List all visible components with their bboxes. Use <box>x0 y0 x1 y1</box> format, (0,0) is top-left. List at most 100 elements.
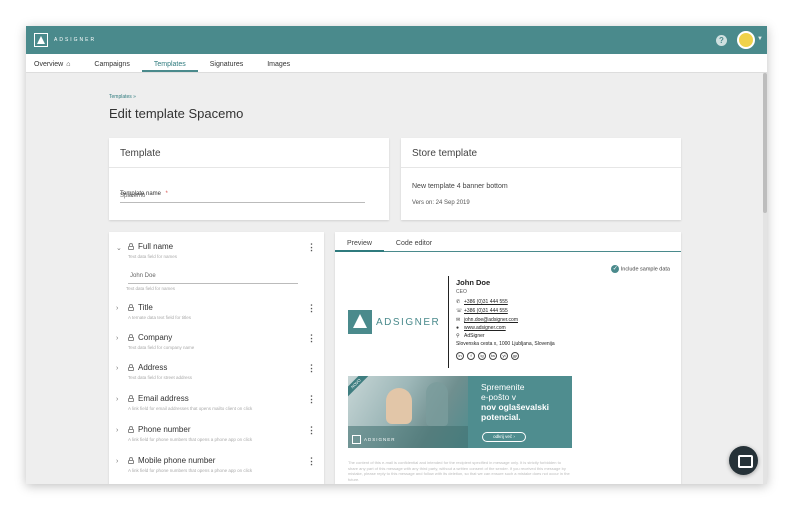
field-hint: Text data field for names <box>128 254 178 259</box>
instagram-icon[interactable]: ig <box>478 352 486 360</box>
chevron-right-icon[interactable]: › <box>116 365 118 372</box>
google-plus-icon[interactable]: gp <box>511 352 519 360</box>
chevron-right-icon[interactable]: › <box>116 305 118 312</box>
company-logo-icon <box>348 310 372 334</box>
template-name-input[interactable]: Spacemo <box>120 193 145 199</box>
tab-label: Overview <box>34 61 64 68</box>
field-name: Phone number <box>138 425 191 434</box>
social-icons: in f ig tw yt gp <box>456 352 519 360</box>
lock-icon <box>127 364 135 371</box>
field-hint: A link field for phone numbers that open… <box>128 468 253 473</box>
scrollbar[interactable] <box>763 73 767 484</box>
lock-icon <box>127 243 135 250</box>
more-icon[interactable]: ⋮ <box>307 363 316 374</box>
include-sample-label: Include sample data <box>620 266 670 273</box>
check-icon[interactable]: ✓ <box>611 265 620 273</box>
field-address[interactable]: › Address Text data field for street add… <box>116 363 316 393</box>
input-underline <box>128 283 298 284</box>
lock-icon <box>127 334 135 341</box>
globe-icon: ● <box>456 325 460 331</box>
adsigner-logo-icon[interactable] <box>34 33 48 47</box>
include-sample-toggle[interactable]: ✓ Include sample data <box>611 265 670 273</box>
chevron-right-icon[interactable]: › <box>116 396 118 403</box>
field-full-name[interactable]: ⌄ Full name Text data field for names ⋮ … <box>116 242 316 302</box>
field-hint: A link field for phone numbers that open… <box>128 437 253 442</box>
tab-templates[interactable]: Templates <box>141 61 198 72</box>
help-icon[interactable]: ? <box>716 35 727 46</box>
signature-role: CEO <box>456 289 467 295</box>
field-company[interactable]: › Company Text data field for company na… <box>116 333 316 363</box>
fields-panel: ⌄ Full name Text data field for names ⋮ … <box>109 232 324 484</box>
preview-tabs: Preview Code editor <box>335 232 681 252</box>
mobile-icon: ☏ <box>456 308 463 314</box>
chevron-down-icon[interactable]: ▼ <box>757 36 763 42</box>
field-name: Company <box>138 333 173 342</box>
more-icon[interactable]: ⋮ <box>307 333 316 344</box>
chevron-right-icon[interactable]: › <box>116 335 118 342</box>
chat-button[interactable] <box>729 446 758 475</box>
field-hint: A ternate data text field for titles <box>128 315 192 320</box>
full-name-input[interactable]: John Doe <box>130 273 156 279</box>
email-icon: ✉ <box>456 317 461 323</box>
chevron-right-icon[interactable]: › <box>116 427 118 434</box>
tab-code-editor[interactable]: Code editor <box>396 240 444 251</box>
disclaimer-text: The content of this e-mail is confidenti… <box>348 460 570 482</box>
more-icon[interactable]: ⋮ <box>307 303 316 314</box>
signature-banner[interactable]: NOVO ADSIGNER Spremenite e-pošto v nov o… <box>348 376 572 448</box>
avatar[interactable] <box>737 31 755 49</box>
signature-company-logo-text: ADSIGNER <box>376 317 441 328</box>
field-name: Mobile phone number <box>138 456 216 465</box>
banner-logo: ADSIGNER <box>352 435 396 444</box>
tab-label: Signatures <box>209 61 244 68</box>
lock-icon <box>127 304 135 311</box>
field-hint: A link field for email addresses that op… <box>128 406 253 411</box>
field-name: Address <box>138 363 168 372</box>
field-mobile-phone-number[interactable]: › Mobile phone number A link field for p… <box>116 456 316 484</box>
facebook-icon[interactable]: f <box>467 352 475 360</box>
field-email-address[interactable]: › Email address A link field for email a… <box>116 394 316 424</box>
field-name: Email address <box>138 394 189 403</box>
field-hint: Text data field for company name <box>128 345 195 350</box>
tab-overview[interactable]: Overview ⌂ <box>34 61 80 72</box>
field-phone-number[interactable]: › Phone number A link field for phone nu… <box>116 425 316 455</box>
linkedin-icon[interactable]: in <box>456 352 464 360</box>
signature-company: ⚲ AdSigner <box>456 333 485 339</box>
field-name: Title <box>138 303 153 312</box>
twitter-icon[interactable]: tw <box>489 352 497 360</box>
top-bar: ADSIGNER ? ▼ <box>26 26 767 54</box>
tab-label: Images <box>267 61 291 68</box>
more-icon[interactable]: ⋮ <box>307 425 316 436</box>
signature-mobile: ☏ +386 (0)31 444 555 <box>456 308 508 314</box>
more-icon[interactable]: ⋮ <box>307 242 316 253</box>
location-icon: ⚲ <box>456 333 460 339</box>
more-icon[interactable]: ⋮ <box>307 456 316 467</box>
brand-name: ADSIGNER <box>54 37 97 43</box>
tab-preview[interactable]: Preview <box>335 240 384 252</box>
tab-label: Templates <box>153 61 186 68</box>
lock-icon <box>127 457 135 464</box>
phone-icon: ✆ <box>456 299 461 305</box>
scrollbar-thumb[interactable] <box>763 73 767 213</box>
lock-icon <box>127 426 135 433</box>
banner-text: Spremenite e-pošto v nov oglaševalski po… <box>481 382 550 422</box>
tab-campaigns[interactable]: Campaigns <box>94 61 139 72</box>
chevron-down-icon[interactable]: ⌄ <box>116 244 122 252</box>
chevron-right-icon[interactable]: › <box>116 458 118 465</box>
stored-template-name: New template 4 banner bottom <box>412 183 508 190</box>
stored-template-version: Vers on: 24 Sep 2019 <box>412 200 470 206</box>
card-title: Store template <box>401 138 681 168</box>
tab-signatures[interactable]: Signatures <box>210 61 253 72</box>
banner-cta-button[interactable]: odkrij več › <box>482 432 526 442</box>
template-card: Template Template name * Spacemo <box>109 138 389 220</box>
signature-email: ✉ john.doe@adsigner.com <box>456 317 518 323</box>
field-name: Full name <box>138 242 174 251</box>
lock-icon <box>127 395 135 402</box>
field-title[interactable]: › Title A ternate data text field for ti… <box>116 303 316 333</box>
required-mark: * <box>165 191 168 197</box>
signature-address: Slovenska cesta x, 1000 Ljubljana, Slove… <box>456 341 555 347</box>
more-icon[interactable]: ⋮ <box>307 394 316 405</box>
tab-images[interactable]: Images <box>267 61 300 72</box>
youtube-icon[interactable]: yt <box>500 352 508 360</box>
breadcrumb[interactable]: Templates » <box>109 94 136 100</box>
preview-panel: Preview Code editor ✓ Include sample dat… <box>335 232 681 484</box>
